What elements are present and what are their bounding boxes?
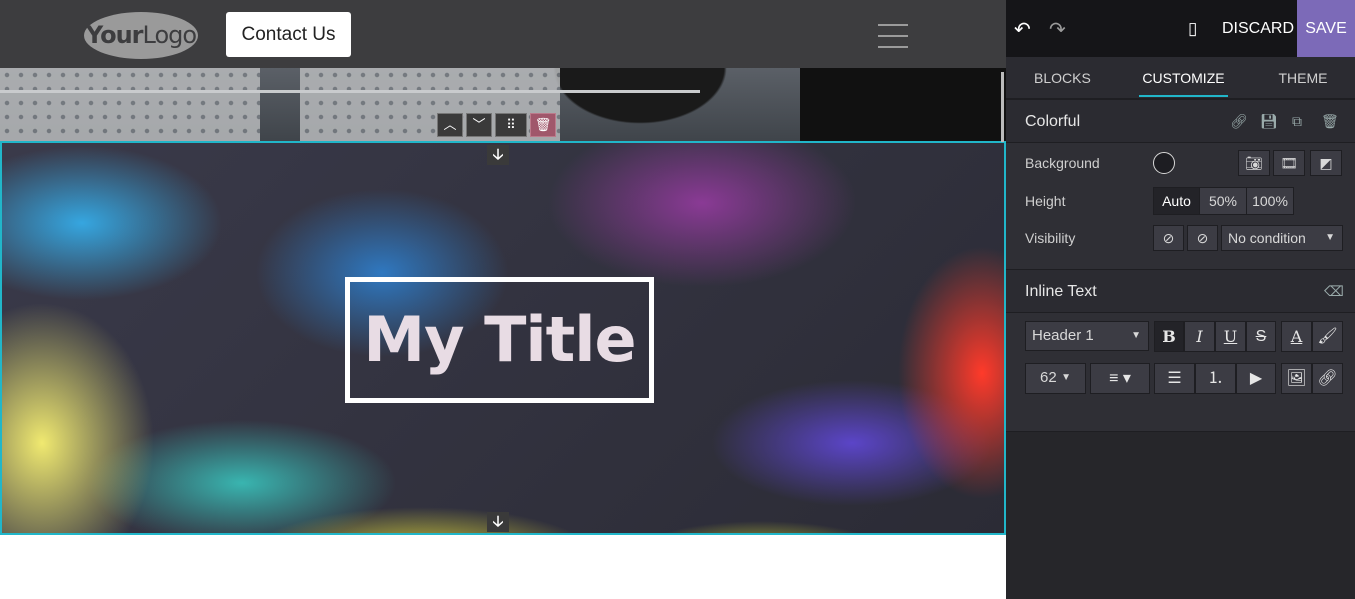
undo-icon[interactable]: ↶ bbox=[1014, 17, 1031, 42]
hero-section[interactable]: My Title bbox=[0, 141, 1006, 535]
font-size-value: 62 bbox=[1040, 369, 1057, 386]
delete-trash-icon[interactable]: 🗑 bbox=[530, 113, 556, 137]
strikethrough-button[interactable]: S bbox=[1246, 321, 1276, 352]
bold-button[interactable]: B bbox=[1154, 321, 1184, 352]
numbered-list-icon[interactable]: ⒈ bbox=[1195, 363, 1236, 394]
underline-button[interactable]: U bbox=[1215, 321, 1246, 352]
tab-customize[interactable]: CUSTOMIZE bbox=[1139, 57, 1228, 99]
background-image-camera-icon[interactable]: 📷︎ bbox=[1238, 150, 1270, 176]
background-label: Background bbox=[1025, 155, 1100, 171]
hamburger-line bbox=[878, 35, 908, 37]
visibility-condition-value: No condition bbox=[1228, 230, 1306, 246]
height-50-button[interactable]: 50% bbox=[1199, 187, 1247, 215]
checklist-play-icon[interactable]: ▶ bbox=[1236, 363, 1276, 394]
hero-title[interactable]: My Title bbox=[350, 282, 649, 398]
contact-us-button[interactable]: Contact Us bbox=[226, 12, 351, 57]
photo-panel bbox=[0, 68, 260, 142]
block-toolbar: ︿ ﹀ ⠿ 🗑 bbox=[437, 113, 556, 137]
hamburger-line bbox=[878, 46, 908, 48]
photo-rail bbox=[0, 90, 700, 93]
link-icon[interactable]: 🔗︎ bbox=[1230, 113, 1248, 129]
bullet-list-icon[interactable]: ☰ bbox=[1154, 363, 1195, 394]
redo-icon[interactable]: ↷ bbox=[1049, 17, 1066, 42]
colorful-section-header: Colorful 🔗︎ 💾︎ ⧉ 🗑︎ bbox=[1006, 99, 1355, 143]
save-block-icon[interactable]: 💾︎ bbox=[1260, 113, 1278, 129]
eraser-icon[interactable]: ⌫ bbox=[1324, 283, 1344, 299]
hide-on-desktop-icon[interactable]: ⊘ bbox=[1153, 225, 1184, 251]
height-auto-button[interactable]: Auto bbox=[1153, 187, 1200, 215]
chevron-down-icon: ▼ bbox=[1131, 330, 1141, 341]
resize-bottom-arrow-icon[interactable]: 🡣 bbox=[487, 512, 509, 532]
tab-blocks[interactable]: BLOCKS bbox=[1034, 57, 1091, 99]
duplicate-icon[interactable]: ⧉ bbox=[1289, 113, 1305, 129]
height-label: Height bbox=[1025, 193, 1066, 209]
background-gradient-icon[interactable]: ◩ bbox=[1310, 150, 1342, 176]
background-video-film-icon[interactable]: 🎞︎ bbox=[1273, 150, 1305, 176]
discard-button[interactable]: DISCARD bbox=[1222, 0, 1294, 57]
insert-link-icon[interactable]: 🔗︎ bbox=[1312, 363, 1343, 394]
move-up-chevron-icon[interactable]: ︿ bbox=[437, 113, 463, 137]
resize-top-arrow-icon[interactable]: 🡣 bbox=[487, 145, 509, 165]
colorful-section-title: Colorful bbox=[1025, 113, 1081, 130]
font-size-select[interactable]: 62 ▼ bbox=[1025, 363, 1086, 394]
editor-tabs: BLOCKS CUSTOMIZE THEME bbox=[1006, 57, 1355, 99]
site-logo[interactable]: YourLogo bbox=[84, 12, 198, 59]
menu-hamburger-icon[interactable] bbox=[878, 24, 908, 48]
background-color-brush-icon[interactable]: 🖌︎ bbox=[1312, 321, 1343, 352]
italic-button[interactable]: I bbox=[1184, 321, 1215, 352]
hamburger-line bbox=[878, 24, 908, 26]
background-color-swatch[interactable] bbox=[1153, 152, 1175, 174]
editor-empty-area bbox=[1006, 431, 1355, 599]
inline-text-section-header: Inline Text ⌫ bbox=[1006, 269, 1355, 313]
tab-theme[interactable]: THEME bbox=[1278, 57, 1328, 99]
chevron-down-icon: ▼ bbox=[1061, 372, 1071, 383]
website-preview: YourLogo Contact Us My Title 🡣 🡣 ︿ ﹀ ⠿ 🗑 bbox=[0, 0, 1006, 599]
font-color-icon[interactable]: A bbox=[1281, 321, 1312, 352]
mobile-preview-icon[interactable]: ▯ bbox=[1188, 19, 1197, 39]
hero-title-box[interactable]: My Title bbox=[345, 277, 654, 403]
site-header: YourLogo Contact Us bbox=[0, 0, 1006, 68]
save-button[interactable]: SAVE bbox=[1297, 0, 1355, 57]
text-style-value: Header 1 bbox=[1032, 327, 1094, 344]
height-100-button[interactable]: 100% bbox=[1246, 187, 1294, 215]
align-center-icon[interactable]: ≡ ▾ bbox=[1090, 363, 1150, 394]
visibility-label: Visibility bbox=[1025, 230, 1076, 246]
logo-text-logo: Logo bbox=[142, 21, 198, 49]
logo-text-your: Your bbox=[85, 21, 144, 49]
editor-toolbar: ↶ ↷ ▯ DISCARD SAVE bbox=[1006, 0, 1355, 57]
inline-text-section-title: Inline Text bbox=[1025, 283, 1097, 300]
visibility-condition-select[interactable]: No condition ▼ bbox=[1221, 225, 1343, 251]
delete-block-icon[interactable]: 🗑︎ bbox=[1321, 113, 1339, 129]
grid-icon[interactable]: ⠿ bbox=[495, 113, 527, 137]
chevron-down-icon: ▼ bbox=[1325, 232, 1335, 243]
photo-dark-area bbox=[800, 68, 1006, 142]
editor-panel: ↶ ↷ ▯ DISCARD SAVE BLOCKS CUSTOMIZE THEM… bbox=[1006, 0, 1355, 599]
insert-image-icon[interactable]: 🖼︎ bbox=[1281, 363, 1312, 394]
move-down-chevron-icon[interactable]: ﹀ bbox=[466, 113, 492, 137]
text-style-select[interactable]: Header 1 ▼ bbox=[1025, 321, 1149, 351]
scrollbar[interactable] bbox=[1001, 72, 1004, 142]
hide-on-mobile-icon[interactable]: ⊘ bbox=[1187, 225, 1218, 251]
